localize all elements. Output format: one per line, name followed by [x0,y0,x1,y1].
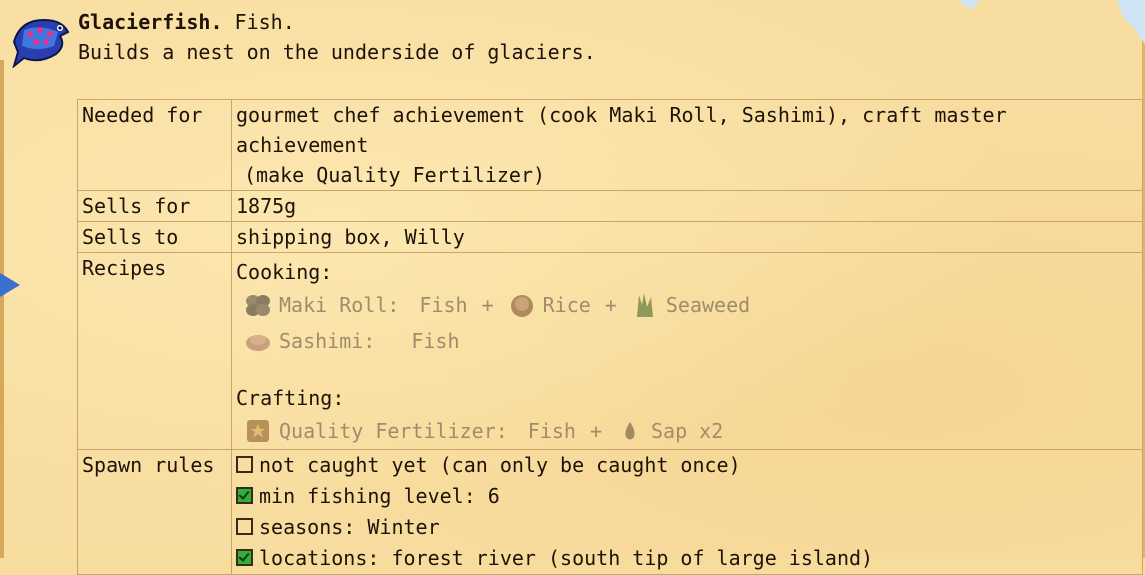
fertilizer-name: Quality Fertilizer: [279,419,508,443]
spawn-rule: seasons: Winter [236,512,1138,543]
row-spawn-rules: Spawn rules not caught yet (can only be … [77,449,1143,575]
row-recipes: Recipes Cooking: Maki Roll: Fish + Rice [77,252,1143,450]
item-name: Glacierfish. [78,10,223,34]
label-recipes: Recipes [77,252,232,450]
spawn-rule-text: not caught yet (can only be caught once) [259,453,741,477]
label-needed-for: Needed for [77,99,232,191]
needed-for-line1: gourmet chef achievement (cook Maki Roll… [236,103,1007,157]
value-spawn-rules: not caught yet (can only be caught once)… [231,449,1143,575]
cooking-label: Cooking: [236,260,333,284]
sap-icon [625,422,635,440]
checkbox-unchecked-icon [236,518,253,535]
label-sells-to: Sells to [77,221,232,253]
row-sells-to: Sells to shipping box, Willy [77,221,1143,253]
fertilizer-ingredient-fish: Fish [527,419,576,443]
value-recipes: Cooking: Maki Roll: Fish + Rice + Seawee… [231,252,1143,450]
tooltip-panel: Glacierfish. Fish. Builds a nest on the … [0,0,1145,575]
spawn-rule: locations: forest river (south tip of la… [236,543,1138,574]
recipe-quality-fertilizer: Quality Fertilizer: Fish + Sap x2 [236,413,1138,449]
maki-ingredient-fish: Fish [419,293,468,317]
ice-decoration [958,0,980,10]
sashimi-icon [246,335,270,351]
needed-for-line2: (make Quality Fertilizer) [244,163,546,187]
item-title: Glacierfish. Fish. [78,8,295,36]
maki-roll-icon [246,295,270,316]
label-sells-for: Sells for [77,190,232,222]
rice-icon [510,295,533,317]
recipe-maki-roll: Maki Roll: Fish + Rice + Seaweed [236,287,1138,323]
maki-ingredient-seaweed: Seaweed [665,293,751,317]
spawn-rule-text: seasons: Winter [259,515,440,539]
sashimi-name: Sashimi: [279,329,376,353]
item-description: Builds a nest on the underside of glacie… [78,40,596,64]
spawn-rule: not caught yet (can only be caught once) [236,450,1138,481]
maki-roll-name: Maki Roll: [279,293,400,317]
maki-ingredient-rice: Rice [542,293,591,317]
checkbox-checked-icon [236,487,253,504]
value-sells-for: 1875g [231,190,1143,222]
row-sells-for: Sells for 1875g [77,190,1143,222]
checkbox-unchecked-icon [236,456,253,473]
item-category: Fish. [234,10,295,34]
spawn-rule: min fishing level: 6 [236,481,1138,512]
glacierfish-icon [12,18,70,68]
crafting-label: Crafting: [236,386,345,410]
recipe-sashimi: Sashimi: Fish [236,323,1138,359]
plus-sign: + [481,293,494,317]
sashimi-ingredient-fish: Fish [411,329,460,353]
row-needed-for: Needed for gourmet chef achievement (coo… [77,99,1143,191]
spawn-rule-text: min fishing level: 6 [259,484,500,508]
quality-fertilizer-icon [247,420,269,442]
info-table: Needed for gourmet chef achievement (coo… [77,99,1143,575]
plus-sign: + [589,419,602,443]
value-needed-for: gourmet chef achievement (cook Maki Roll… [231,99,1143,191]
panel-left-edge [0,60,4,558]
fertilizer-ingredient-sap: Sap x2 [651,419,724,443]
ice-decoration [1117,0,1145,44]
plus-sign: + [604,293,617,317]
label-spawn-rules: Spawn rules [77,449,232,575]
seaweed-icon [636,293,653,317]
spawn-rule-text: locations: forest river (south tip of la… [259,546,874,570]
value-sells-to: shipping box, Willy [231,221,1143,253]
